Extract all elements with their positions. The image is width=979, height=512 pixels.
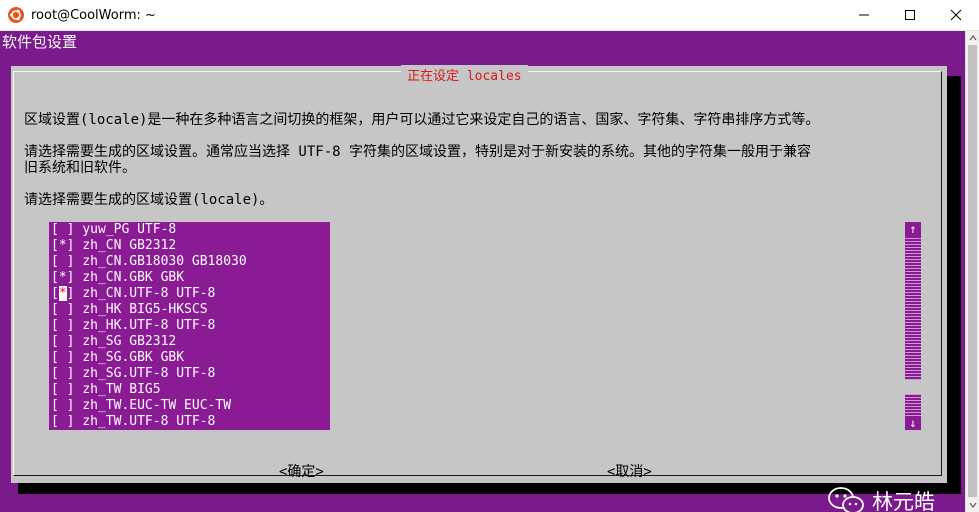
locale-list-item[interactable]: [*] zh_CN.GBK GBK [49, 270, 330, 286]
locale-checkbox[interactable]: [ ] [51, 302, 82, 317]
dialog-description-line1: 区域设置(locale)是一种在多种语言之间切换的框架，用户可以通过它来设定自己… [24, 112, 820, 128]
locale-list[interactable]: [ ] yuw_PG UTF-8 [*] zh_CN GB2312[ ] zh_C… [49, 222, 330, 430]
locale-label: zh_HK.UTF-8 UTF-8 [82, 318, 216, 333]
wechat-icon [828, 487, 864, 512]
terminal[interactable]: 软件包设置 正在设定 locales 区域设置(locale)是一种在多种语言之… [0, 31, 965, 512]
maximize-icon [905, 10, 915, 20]
locale-list-item[interactable]: [ ] zh_SG.GBK GBK [49, 350, 330, 366]
locale-label: zh_SG GB2312 [82, 334, 177, 349]
scroll-up-arrow-icon[interactable]: ↑ [905, 222, 921, 236]
locale-checkbox[interactable]: [*] [51, 270, 82, 285]
locale-label: zh_CN.UTF-8 UTF-8 [82, 286, 216, 301]
chevron-down-icon[interactable] [968, 500, 978, 510]
close-button[interactable] [933, 0, 979, 31]
locale-checkbox[interactable]: [ ] [51, 414, 82, 429]
locale-checkbox[interactable]: [ ] [51, 318, 82, 333]
checkbox-mark [59, 222, 67, 237]
locale-checkbox[interactable]: [ ] [51, 382, 82, 397]
dialog-title: 正在设定 locales [401, 65, 528, 84]
locale-checkbox[interactable]: [ ] [51, 222, 82, 237]
checkbox-mark: * [58, 270, 67, 285]
window-title: root@CoolWorm: ~ [31, 7, 156, 23]
dialog-description-line2: 请选择需要生成的区域设置。通常应当选择 UTF-8 字符集的区域设置，特别是对于… [24, 144, 811, 160]
dialog-prompt: 请选择需要生成的区域设置(locale)。 [24, 192, 274, 208]
locale-label: zh_TW.UTF-8 UTF-8 [82, 414, 216, 429]
checkbox-mark [59, 302, 67, 317]
locale-label: zh_HK BIG5-HKSCS [82, 302, 208, 317]
checkbox-mark [59, 398, 67, 413]
terminal-scrollbar[interactable] [965, 31, 979, 512]
locale-label: zh_CN GB2312 [82, 238, 177, 253]
ok-button[interactable]: <确定> [279, 461, 324, 481]
locale-list-item[interactable]: [ ] zh_TW.UTF-8 UTF-8 [49, 414, 330, 430]
checkbox-mark: * [58, 238, 67, 253]
locale-checkbox[interactable]: [ ] [51, 334, 82, 349]
checkbox-mark [59, 350, 67, 365]
locale-list-item[interactable]: [*] zh_CN GB2312 [49, 238, 330, 254]
locale-checkbox[interactable]: [ ] [51, 398, 82, 413]
list-scrollbar[interactable]: ↑ ↓ [905, 222, 921, 430]
watermark-text: 林元皓 [872, 490, 935, 512]
scroll-down-arrow-icon[interactable]: ↓ [905, 416, 921, 430]
minimize-icon [859, 14, 869, 16]
locale-label: zh_TW.EUC-TW EUC-TW [82, 398, 232, 413]
locale-list-item[interactable]: [ ] zh_CN.GB18030 GB18030 [49, 254, 330, 270]
checkbox-mark [59, 382, 67, 397]
locale-list-item[interactable]: [ ] zh_HK.UTF-8 UTF-8 [49, 318, 330, 334]
locale-label: zh_TW BIG5 [82, 382, 161, 397]
checkbox-mark [59, 254, 67, 269]
cancel-button[interactable]: <取消> [607, 461, 652, 481]
checkbox-mark [59, 318, 67, 333]
terminal-scrollbar-thumb[interactable] [968, 45, 977, 497]
ubuntu-icon [8, 7, 24, 23]
locale-label: zh_CN.GB18030 GB18030 [82, 254, 247, 269]
chevron-up-icon[interactable] [968, 33, 978, 43]
locale-list-item[interactable]: [ ] zh_SG GB2312 [49, 334, 330, 350]
locale-checkbox[interactable]: [ ] [51, 366, 82, 381]
minimize-button[interactable] [841, 0, 887, 31]
locales-dialog: 正在设定 locales 区域设置(locale)是一种在多种语言之间切换的框架… [11, 65, 947, 483]
checkbox-mark: * [58, 286, 67, 301]
locale-list-item[interactable]: [ ] yuw_PG UTF-8 [49, 222, 330, 238]
close-icon [950, 9, 962, 21]
locale-label: yuw_PG UTF-8 [82, 222, 177, 237]
maximize-button[interactable] [887, 0, 933, 31]
checkbox-mark [59, 366, 67, 381]
checkbox-mark [59, 334, 67, 349]
package-config-title: 软件包设置 [2, 33, 78, 51]
locale-list-item[interactable]: [ ] zh_TW.EUC-TW EUC-TW [49, 398, 330, 414]
locale-list-item[interactable]: [ ] zh_TW BIG5 [49, 382, 330, 398]
window-titlebar[interactable]: root@CoolWorm: ~ [0, 0, 979, 31]
list-scrollbar-thumb[interactable] [905, 380, 921, 394]
locale-label: zh_SG.UTF-8 UTF-8 [82, 366, 216, 381]
dialog-description-line3: 旧系统和旧软件。 [24, 160, 136, 176]
locale-label: zh_SG.GBK GBK [82, 350, 185, 365]
locale-checkbox[interactable]: [ ] [51, 254, 82, 269]
locale-checkbox[interactable]: [*] [51, 286, 82, 301]
checkbox-mark [59, 414, 67, 429]
locale-checkbox[interactable]: [ ] [51, 350, 82, 365]
locale-label: zh_CN.GBK GBK [82, 270, 185, 285]
locale-checkbox[interactable]: [*] [51, 238, 82, 253]
locale-list-item[interactable]: [*] zh_CN.UTF-8 UTF-8 [49, 286, 330, 302]
locale-list-item[interactable]: [ ] zh_SG.UTF-8 UTF-8 [49, 366, 330, 382]
watermark: 林元皓 [826, 486, 935, 512]
locale-list-item[interactable]: [ ] zh_HK BIG5-HKSCS [49, 302, 330, 318]
